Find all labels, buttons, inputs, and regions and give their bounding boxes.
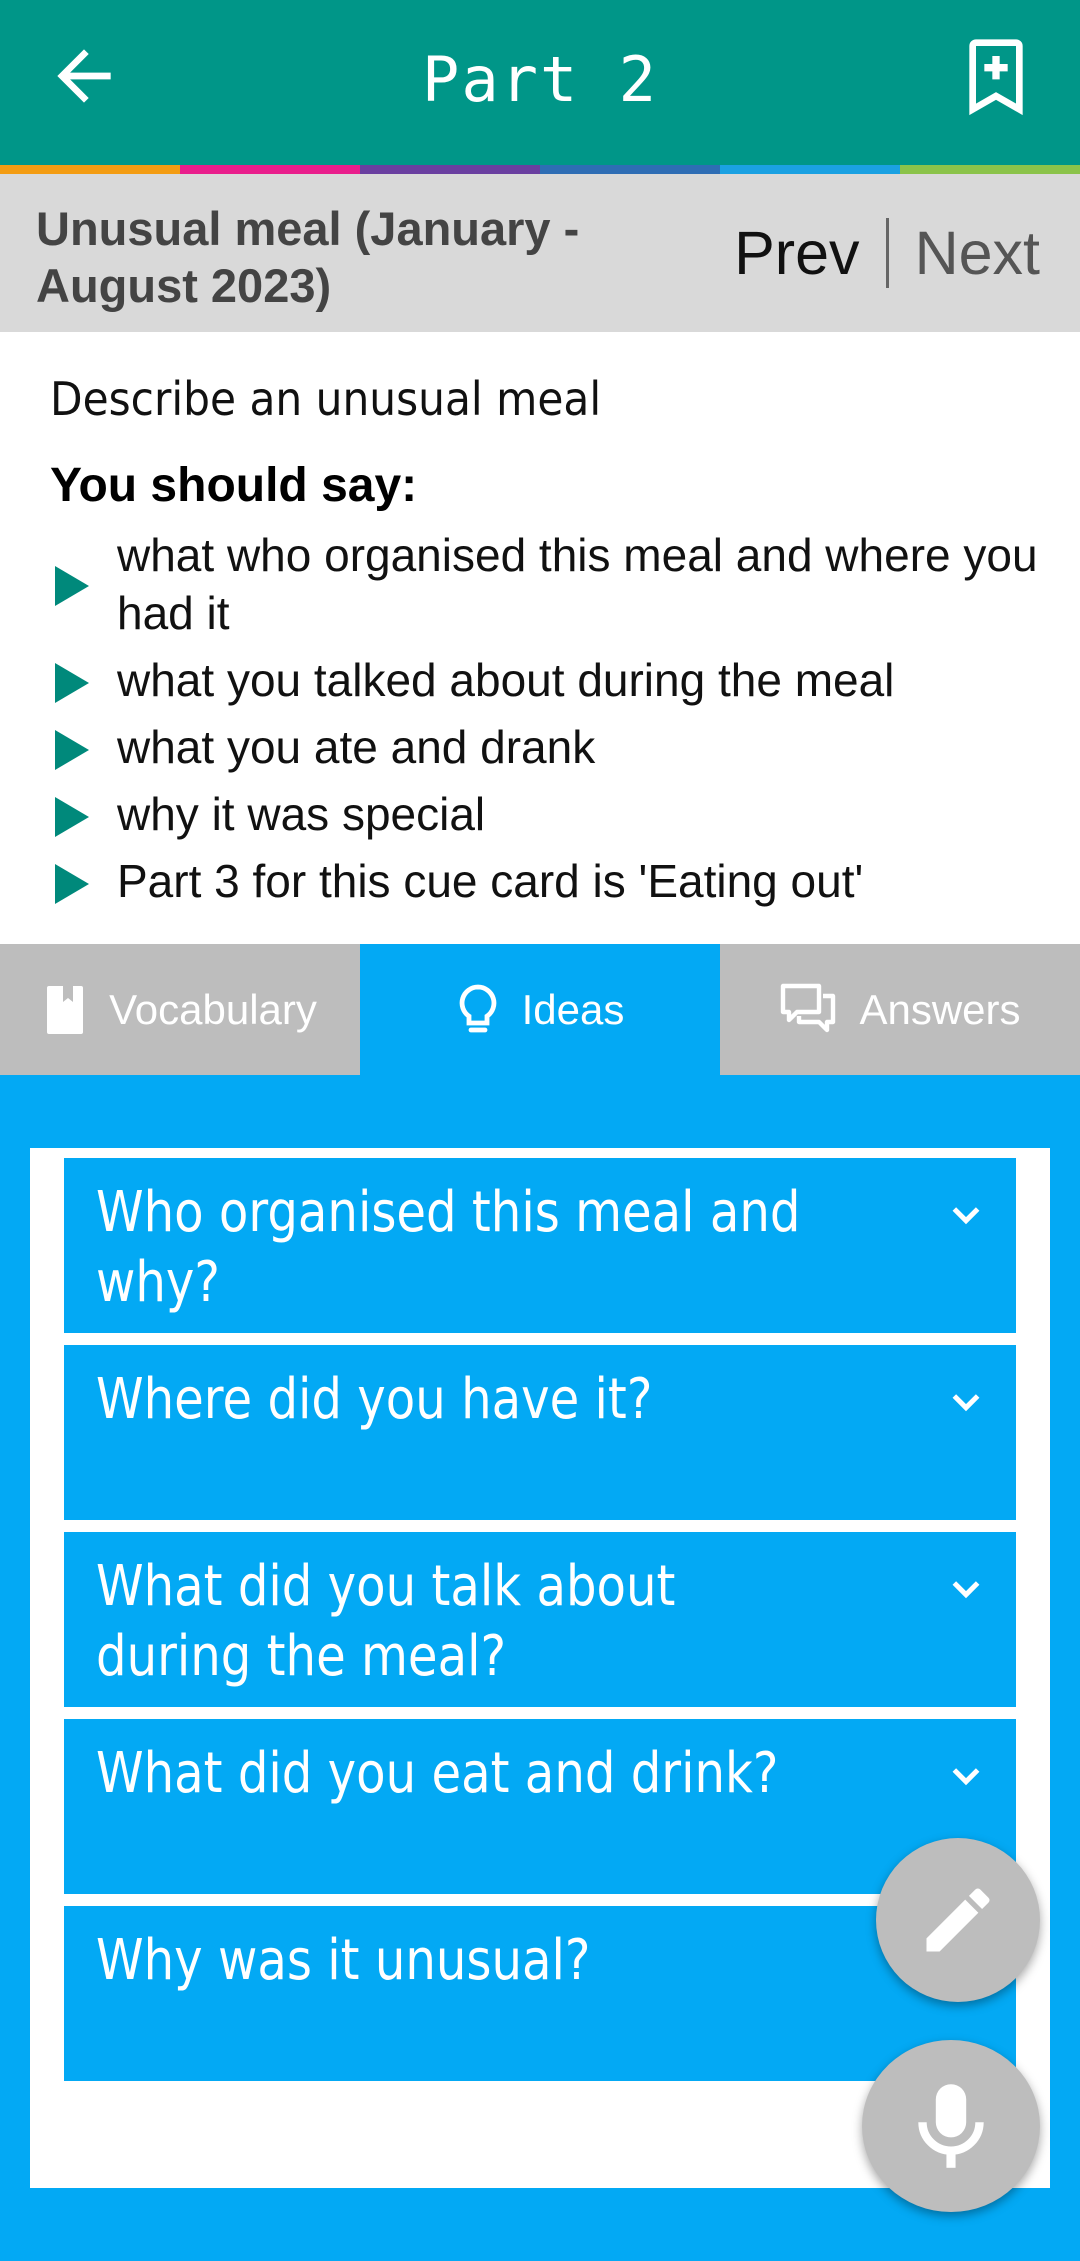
- cue-point: why it was special: [50, 785, 1050, 843]
- bullet-triangle-icon: [55, 797, 89, 837]
- cue-point: what you talked about during the meal: [50, 651, 1050, 709]
- bullet-triangle-icon: [55, 663, 89, 703]
- tab-answers[interactable]: Answers: [720, 944, 1080, 1075]
- bullet-triangle-icon: [55, 566, 89, 606]
- idea-accordion-item[interactable]: What did you talk about during the meal?: [64, 1532, 1016, 1707]
- topic-header: Unusual meal (January - August 2023) Pre…: [0, 174, 1080, 332]
- chat-icon: [781, 983, 836, 1032]
- chevron-down-icon[interactable]: [946, 1755, 986, 1795]
- should-say-heading: You should say:: [50, 459, 418, 512]
- cue-description: Describe an unusual meal: [50, 372, 602, 426]
- idea-question: Why was it unusual?: [96, 1928, 591, 1993]
- pencil-icon: [926, 1888, 990, 1952]
- book-icon: [47, 985, 84, 1034]
- topic-nav: Prev Next: [734, 174, 1040, 332]
- chevron-down-icon[interactable]: [946, 1381, 986, 1421]
- tab-vocabulary[interactable]: Vocabulary: [0, 944, 360, 1075]
- idea-question: Where did you have it?: [96, 1367, 653, 1432]
- bullet-triangle-icon: [55, 864, 89, 904]
- microphone-button[interactable]: [862, 2040, 1040, 2212]
- idea-question: What did you eat and drink?: [96, 1741, 779, 1806]
- bullet-triangle-icon: [55, 730, 89, 770]
- nav-divider: [885, 218, 889, 288]
- idea-question: Who organised this meal and why?: [96, 1180, 801, 1315]
- ideas-panel: Who organised this meal and why? Where d…: [30, 1148, 1050, 2188]
- idea-accordion-item[interactable]: Why was it unusual?: [64, 1906, 1016, 2081]
- app-bar: Part 2: [0, 0, 1080, 165]
- lightbulb-icon: [459, 984, 496, 1032]
- chevron-down-icon[interactable]: [946, 1194, 986, 1234]
- topic-title: Unusual meal (January - August 2023): [36, 202, 580, 312]
- tab-label: Vocabulary: [109, 985, 317, 1033]
- cue-card: Describe an unusual meal You should say:…: [0, 332, 1080, 944]
- color-stripe: [0, 165, 1080, 174]
- microphone-icon: [918, 2084, 984, 2168]
- idea-accordion-item[interactable]: Who organised this meal and why?: [64, 1158, 1016, 1333]
- tab-bar: Vocabulary Ideas Answers: [0, 944, 1080, 1075]
- idea-accordion-item[interactable]: Where did you have it?: [64, 1345, 1016, 1520]
- tab-label: Answers: [859, 985, 1021, 1033]
- chevron-down-icon[interactable]: [946, 1568, 986, 1608]
- cue-point: what you ate and drank: [50, 718, 1050, 776]
- tab-label: Ideas: [521, 985, 625, 1033]
- page-title: Part 2: [422, 43, 658, 116]
- idea-question: What did you talk about during the meal?: [96, 1554, 676, 1689]
- next-button[interactable]: Next: [915, 218, 1040, 288]
- idea-accordion-item[interactable]: What did you eat and drink?: [64, 1719, 1016, 1894]
- cue-point: what who organised this meal and where y…: [50, 526, 1050, 642]
- bookmark-add-icon[interactable]: [956, 36, 1036, 116]
- edit-button[interactable]: [876, 1838, 1040, 2002]
- prev-button[interactable]: Prev: [734, 218, 859, 288]
- cue-points: what who organised this meal and where y…: [50, 526, 1050, 919]
- cue-point: Part 3 for this cue card is 'Eating out': [50, 852, 1050, 910]
- tab-ideas[interactable]: Ideas: [360, 944, 720, 1075]
